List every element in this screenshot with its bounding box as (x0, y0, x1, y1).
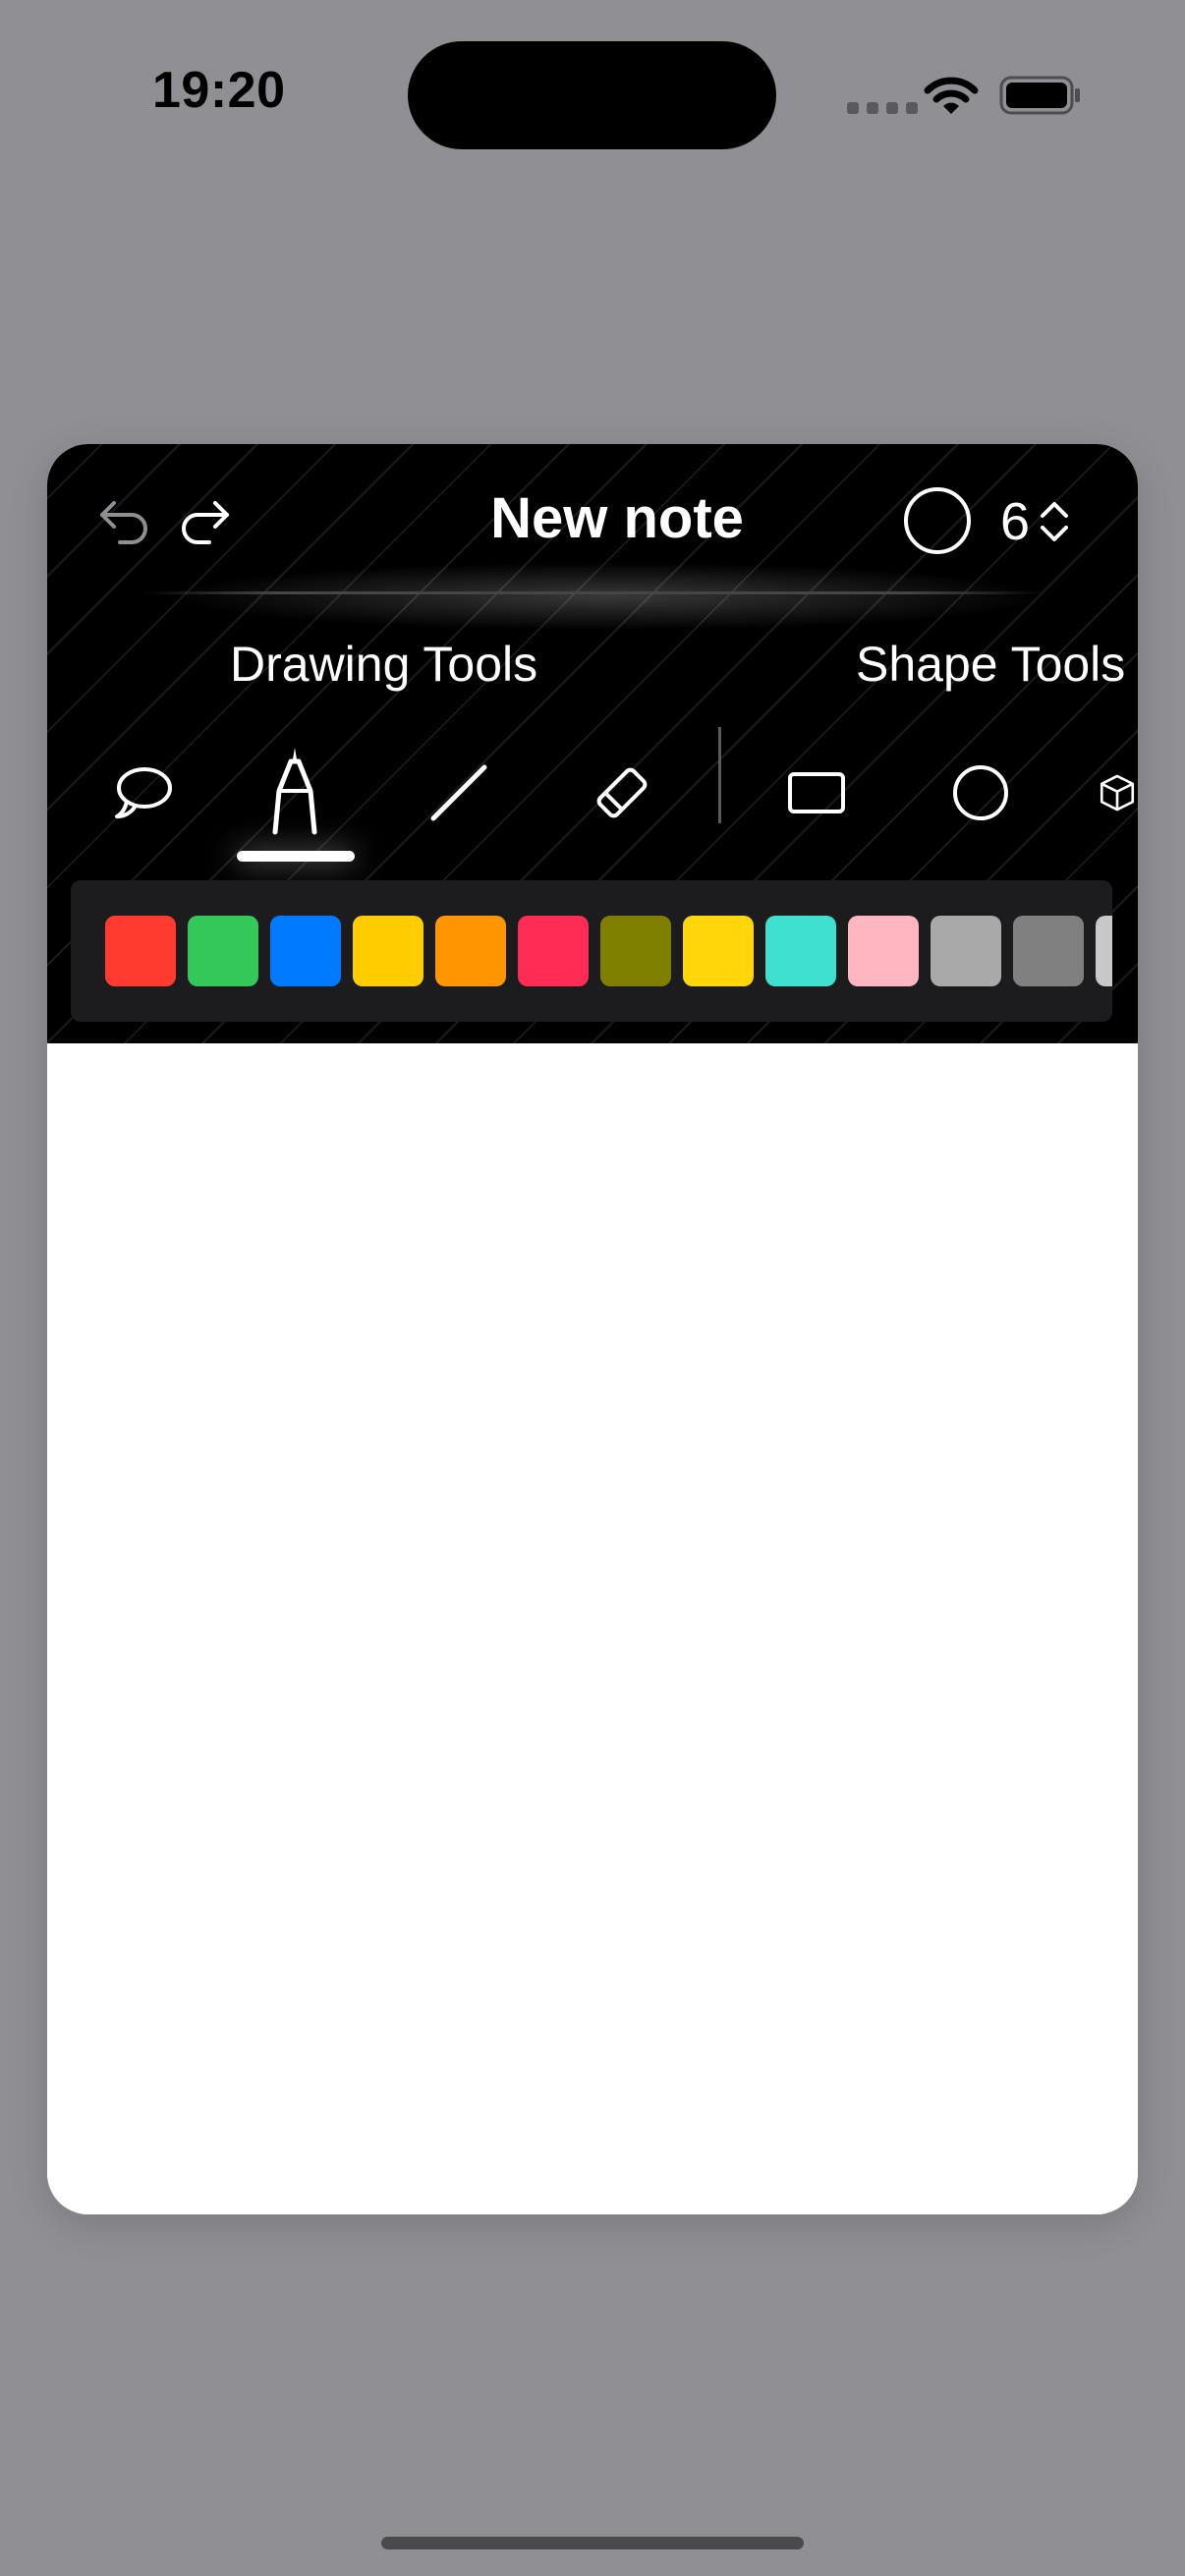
pen-icon (272, 748, 317, 835)
color-swatch[interactable] (765, 916, 836, 986)
lasso-icon (115, 767, 172, 818)
stroke-color-button[interactable] (904, 487, 971, 554)
rectangle-tool-button[interactable] (772, 749, 861, 837)
redo-button[interactable] (173, 491, 238, 556)
status-indicators (847, 69, 1083, 128)
undo-button[interactable] (91, 491, 156, 556)
color-swatch[interactable] (270, 916, 341, 986)
home-indicator[interactable] (381, 2537, 804, 2549)
circle-icon (953, 765, 1008, 820)
line-tool-button[interactable] (415, 749, 503, 837)
drawing-canvas[interactable] (47, 1043, 1138, 2214)
rectangle-icon (788, 772, 845, 813)
circle-tool-button[interactable] (936, 749, 1025, 837)
header-divider (141, 591, 1044, 594)
color-swatch[interactable] (435, 916, 506, 986)
line-icon (430, 764, 487, 821)
stroke-size-value: 6 (1000, 492, 1031, 551)
tool-separator (718, 727, 721, 823)
color-swatch[interactable] (1013, 916, 1084, 986)
lasso-tool-button[interactable] (98, 749, 187, 837)
chevron-up-down-icon (1041, 502, 1069, 541)
cube-tool-button[interactable] (1097, 749, 1138, 837)
cube-icon (1100, 774, 1135, 812)
battery-icon (999, 76, 1080, 115)
section-drawing-tools[interactable]: Drawing Tools (230, 636, 537, 693)
undo-icon (100, 501, 147, 544)
color-swatch[interactable] (518, 916, 589, 986)
color-swatch-row (105, 916, 1112, 986)
color-swatch[interactable] (1096, 916, 1112, 986)
header-glow (165, 562, 1049, 631)
stroke-size-stepper[interactable]: 6 (1000, 487, 1071, 556)
color-swatch[interactable] (683, 916, 754, 986)
color-swatch[interactable] (600, 916, 671, 986)
section-shape-tools[interactable]: Shape Tools (856, 636, 1125, 693)
pen-tool-button[interactable] (251, 737, 339, 845)
eraser-tool-button[interactable] (578, 749, 666, 837)
color-swatch[interactable] (188, 916, 258, 986)
tool-panel: New note 6 Drawing Tools Shape Tools (47, 444, 1138, 1043)
wifi-icon (924, 77, 979, 114)
selected-tool-indicator (237, 851, 355, 862)
redo-icon (182, 501, 229, 544)
color-swatch[interactable] (848, 916, 919, 986)
dynamic-island (408, 41, 776, 149)
status-time: 19:20 (152, 62, 286, 119)
color-palette[interactable] (71, 880, 1112, 1022)
color-swatch[interactable] (105, 916, 176, 986)
eraser-icon (596, 767, 648, 818)
cellular-signal-icon (847, 102, 918, 114)
color-swatch[interactable] (353, 916, 423, 986)
note-card: New note 6 Drawing Tools Shape Tools (47, 444, 1138, 2214)
color-swatch[interactable] (931, 916, 1001, 986)
note-title[interactable]: New note (342, 485, 892, 551)
